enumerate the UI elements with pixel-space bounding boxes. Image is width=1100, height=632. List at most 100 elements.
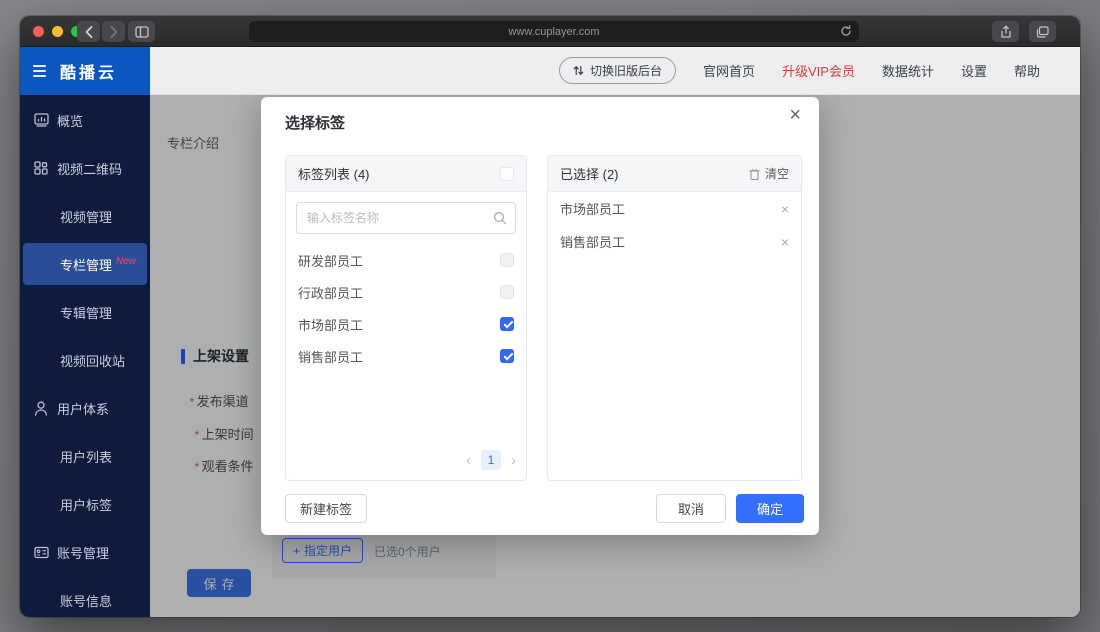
- sidebar-item-label: 用户标签: [60, 497, 113, 513]
- cancel-button[interactable]: 取消: [656, 494, 726, 523]
- close-window-button[interactable]: [33, 26, 44, 37]
- tag-list-panel: 标签列表 (4) 研发部员工: [285, 155, 527, 481]
- tag-checkbox[interactable]: [500, 285, 514, 299]
- selected-tag-name: 销售部员工: [560, 235, 626, 250]
- sidebar-item-label: 用户体系: [57, 401, 110, 417]
- tag-search: [296, 202, 516, 234]
- sidebar-item-overview[interactable]: 概览: [20, 96, 150, 144]
- share-icon: [1000, 25, 1011, 38]
- modal-title: 选择标签: [285, 115, 346, 132]
- user-icon: [33, 400, 49, 416]
- tag-search-input[interactable]: [296, 202, 516, 234]
- url-text: www.cuplayer.com: [508, 25, 600, 38]
- menu-collapse-icon[interactable]: [33, 65, 46, 77]
- share-button[interactable]: [992, 21, 1019, 42]
- header-link-help[interactable]: 帮助: [1014, 61, 1040, 80]
- switch-version-icon: [573, 65, 584, 76]
- selected-tag-row: 市场部员工 ×: [548, 192, 801, 225]
- tag-list-panel-header: 标签列表 (4): [286, 156, 526, 192]
- sidebar-nav: 概览 视频二维码 视频管理 专栏管理 New 专辑管理 视频回收站 用户体系 用…: [20, 95, 150, 617]
- confirm-button[interactable]: 确定: [736, 494, 804, 523]
- logo-block: 酷播云: [20, 47, 150, 95]
- tabs-overview-button[interactable]: [1029, 21, 1056, 42]
- tag-name: 行政部员工: [298, 285, 364, 301]
- close-icon[interactable]: ×: [789, 105, 801, 125]
- refresh-button[interactable]: [840, 25, 852, 40]
- idcard-icon: [33, 544, 49, 560]
- switch-old-version-label: 切换旧版后台: [589, 64, 662, 78]
- sidebar-item-label: 视频回收站: [60, 353, 126, 369]
- tag-checkbox[interactable]: [500, 253, 514, 267]
- sidebar-item-column-management[interactable]: 专栏管理 New: [23, 243, 147, 285]
- next-page-button[interactable]: ›: [511, 453, 516, 468]
- new-tag-button[interactable]: 新建标签: [285, 494, 368, 523]
- tag-row[interactable]: 研发部员工: [286, 244, 526, 276]
- selected-header-label: 已选择 (2): [560, 167, 619, 182]
- sidebar-item-video-qrcode[interactable]: 视频二维码: [20, 144, 150, 192]
- sidebar-item-account-info[interactable]: 账号信息: [20, 576, 150, 617]
- pagination: ‹ 1 ›: [466, 450, 516, 470]
- forward-icon: [110, 25, 117, 38]
- selected-tag-name: 市场部员工: [560, 202, 626, 217]
- sidebar-item-user-tags[interactable]: 用户标签: [20, 480, 150, 528]
- header-link-official-site[interactable]: 官网首页: [703, 61, 755, 80]
- selected-tag-row: 销售部员工 ×: [548, 225, 801, 258]
- address-bar[interactable]: www.cuplayer.com: [249, 21, 859, 42]
- sidebar-item-label: 专辑管理: [60, 305, 113, 321]
- app-frame: 酷播云 概览 视频二维码 视频管理 专栏管理 New 专辑管理 视频回收站 用户…: [20, 47, 1080, 617]
- sidebar-item-account-management[interactable]: 账号管理: [20, 528, 150, 576]
- sidebar-toggle-button[interactable]: [128, 21, 155, 42]
- sidebar-item-user-system[interactable]: 用户体系: [20, 384, 150, 432]
- tag-name: 研发部员工: [298, 253, 364, 269]
- sidebar-toggle-icon: [134, 25, 149, 38]
- tabs-overview-icon: [1036, 25, 1049, 38]
- sidebar-item-label: 视频管理: [60, 209, 113, 225]
- sidebar-column: 酷播云 概览 视频二维码 视频管理 专栏管理 New 专辑管理 视频回收站 用户…: [20, 47, 150, 617]
- remove-tag-icon[interactable]: ×: [781, 235, 789, 249]
- sidebar-item-label: 账号信息: [60, 593, 113, 609]
- prev-page-button[interactable]: ‹: [466, 453, 471, 468]
- browser-chrome: www.cuplayer.com: [20, 16, 1080, 47]
- header-link-settings[interactable]: 设置: [961, 61, 987, 80]
- forward-button[interactable]: [102, 21, 125, 42]
- browser-right-buttons: [992, 21, 1056, 42]
- remove-tag-icon[interactable]: ×: [781, 202, 789, 216]
- tag-row[interactable]: 销售部员工: [286, 340, 526, 372]
- back-button[interactable]: [77, 21, 100, 42]
- traffic-lights: [33, 26, 82, 37]
- main-column: 切换旧版后台 官网首页 升级VIP会员 数据统计 设置 帮助 专栏介绍 上架设置…: [150, 47, 1080, 617]
- tag-rows: 研发部员工 行政部员工 市场部员工 销售部员工: [286, 244, 526, 372]
- tag-checkbox[interactable]: [500, 317, 514, 331]
- selected-tags-panel: 已选择 (2) 清空 市场部员工 × 销售部员工 ×: [547, 155, 802, 481]
- clear-all-label: 清空: [764, 167, 789, 181]
- tag-name: 销售部员工: [298, 349, 364, 365]
- browser-nav-buttons: [77, 21, 125, 42]
- select-all-checkbox[interactable]: [500, 166, 514, 181]
- minimize-window-button[interactable]: [52, 26, 63, 37]
- search-icon: [493, 211, 507, 230]
- qrcode-icon: [33, 160, 49, 176]
- sidebar-item-video-recycle-bin[interactable]: 视频回收站: [20, 336, 150, 384]
- sidebar-item-label: 概览: [57, 113, 84, 129]
- tag-checkbox[interactable]: [500, 349, 514, 363]
- page-number[interactable]: 1: [481, 450, 501, 470]
- new-badge: New: [116, 255, 137, 267]
- tag-row[interactable]: 市场部员工: [286, 308, 526, 340]
- selected-panel-header: 已选择 (2) 清空: [548, 156, 801, 192]
- clear-all-button[interactable]: 清空: [749, 165, 789, 182]
- selected-rows: 市场部员工 × 销售部员工 ×: [548, 192, 801, 258]
- sidebar-item-label: 用户列表: [60, 449, 113, 465]
- overview-icon: [33, 112, 49, 128]
- header-link-upgrade-vip[interactable]: 升级VIP会员: [782, 61, 855, 80]
- sidebar-item-label: 专栏管理: [60, 257, 113, 273]
- trash-icon: [749, 168, 760, 180]
- desktop-background: www.cuplayer.com 酷播云 概览 视频二维码 视频管理 专栏管理 …: [0, 0, 1100, 632]
- switch-old-version-button[interactable]: 切换旧版后台: [558, 57, 676, 84]
- sidebar-item-user-list[interactable]: 用户列表: [20, 432, 150, 480]
- tag-row[interactable]: 行政部员工: [286, 276, 526, 308]
- tag-name: 市场部员工: [298, 317, 364, 333]
- sidebar-item-label: 账号管理: [57, 545, 110, 561]
- sidebar-item-album-management[interactable]: 专辑管理: [20, 288, 150, 336]
- header-link-data-statistics[interactable]: 数据统计: [882, 61, 934, 80]
- sidebar-item-video-management[interactable]: 视频管理: [20, 192, 150, 240]
